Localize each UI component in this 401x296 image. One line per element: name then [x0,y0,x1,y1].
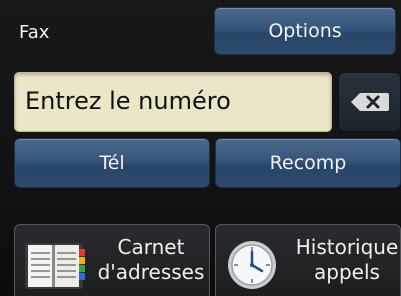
address-book-label: Carnet d'adresses [95,235,207,285]
tel-label: Tél [99,152,125,174]
address-book-label-line2: d'adresses [97,260,205,284]
backspace-icon [351,93,389,111]
redial-button[interactable]: Recomp [215,138,401,188]
screen-title: Fax [19,22,50,43]
call-history-label-line2: appels [314,260,380,284]
call-history-label: Historique appels [288,235,401,285]
fax-number-field[interactable]: Entrez le numéro [14,72,332,132]
address-book-icon [25,243,85,289]
address-book-label-line1: Carnet [117,235,185,259]
call-history-label-line1: Historique [295,235,399,259]
tel-button[interactable]: Tél [14,138,210,188]
address-book-shortcut[interactable]: Carnet d'adresses [14,224,210,296]
backspace-button[interactable] [338,72,401,132]
options-button[interactable]: Options [214,7,396,55]
call-history-shortcut[interactable]: Historique appels [215,224,401,296]
fax-number-placeholder: Entrez le numéro [25,87,231,115]
clock-icon [228,241,276,289]
options-label: Options [268,20,342,42]
fax-screen: Fax Options Entrez le numéro Tél Recomp [0,0,401,296]
redial-label: Recomp [269,152,347,174]
